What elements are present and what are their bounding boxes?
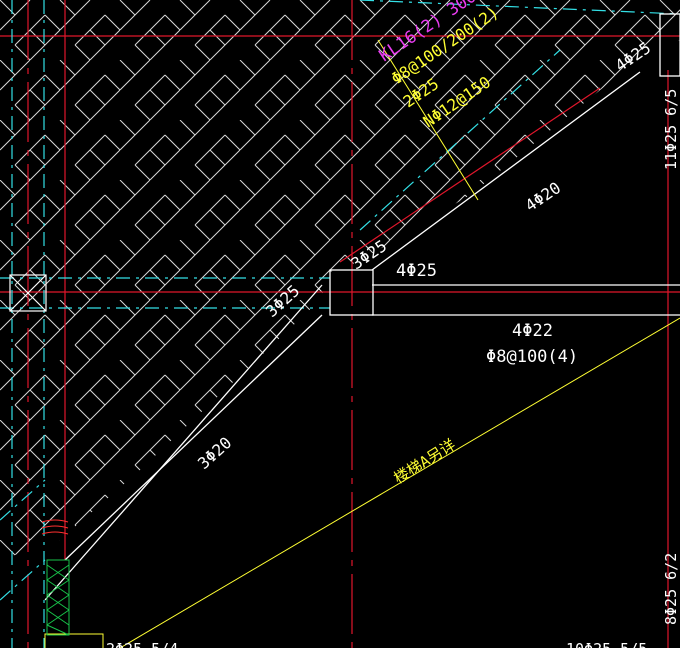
hatched-slab-area [0, 0, 680, 560]
rebar-label-right-edge-bottom: 8Φ25 6/2 [662, 553, 680, 625]
rebar-label-bottom-beam-stirrup: Φ8@100(4) [486, 347, 578, 367]
cut-label-bottom-right: 10Φ25 5/5 [566, 640, 647, 648]
rebar-label-right-beam-top: 4Φ25 [396, 261, 437, 281]
stair-note-group: 楼梯A另详 [391, 436, 459, 488]
rebar-label-right-edge-top: 11Φ25 6/5 [662, 89, 680, 170]
label-right-edge-bottom-group: 8Φ25 6/2 [662, 553, 680, 625]
rebar-label-left-diag-lower: 3Φ20 [194, 433, 235, 473]
label-right-edge-top-group: 11Φ25 6/5 [662, 89, 680, 170]
label-left-diag-lower-group: 3Φ20 [194, 433, 235, 473]
cad-drawing-canvas[interactable]: KL16(2) 300 Φ8@100/200(2) 2Φ25 NΦ12@150 … [0, 0, 680, 648]
rebar-label-diag-mid: 4Φ20 [522, 178, 565, 215]
cut-label-bottom-left: 2Φ25 5/4 [106, 640, 178, 648]
hidden-beam-diag-c [0, 559, 46, 601]
rebar-label-bottom-beam: 4Φ22 [512, 321, 553, 341]
bottom-left-box [44, 633, 104, 648]
label-diag-mid-group: 4Φ20 [522, 178, 565, 215]
stair-note-label: 楼梯A另详 [391, 436, 459, 488]
